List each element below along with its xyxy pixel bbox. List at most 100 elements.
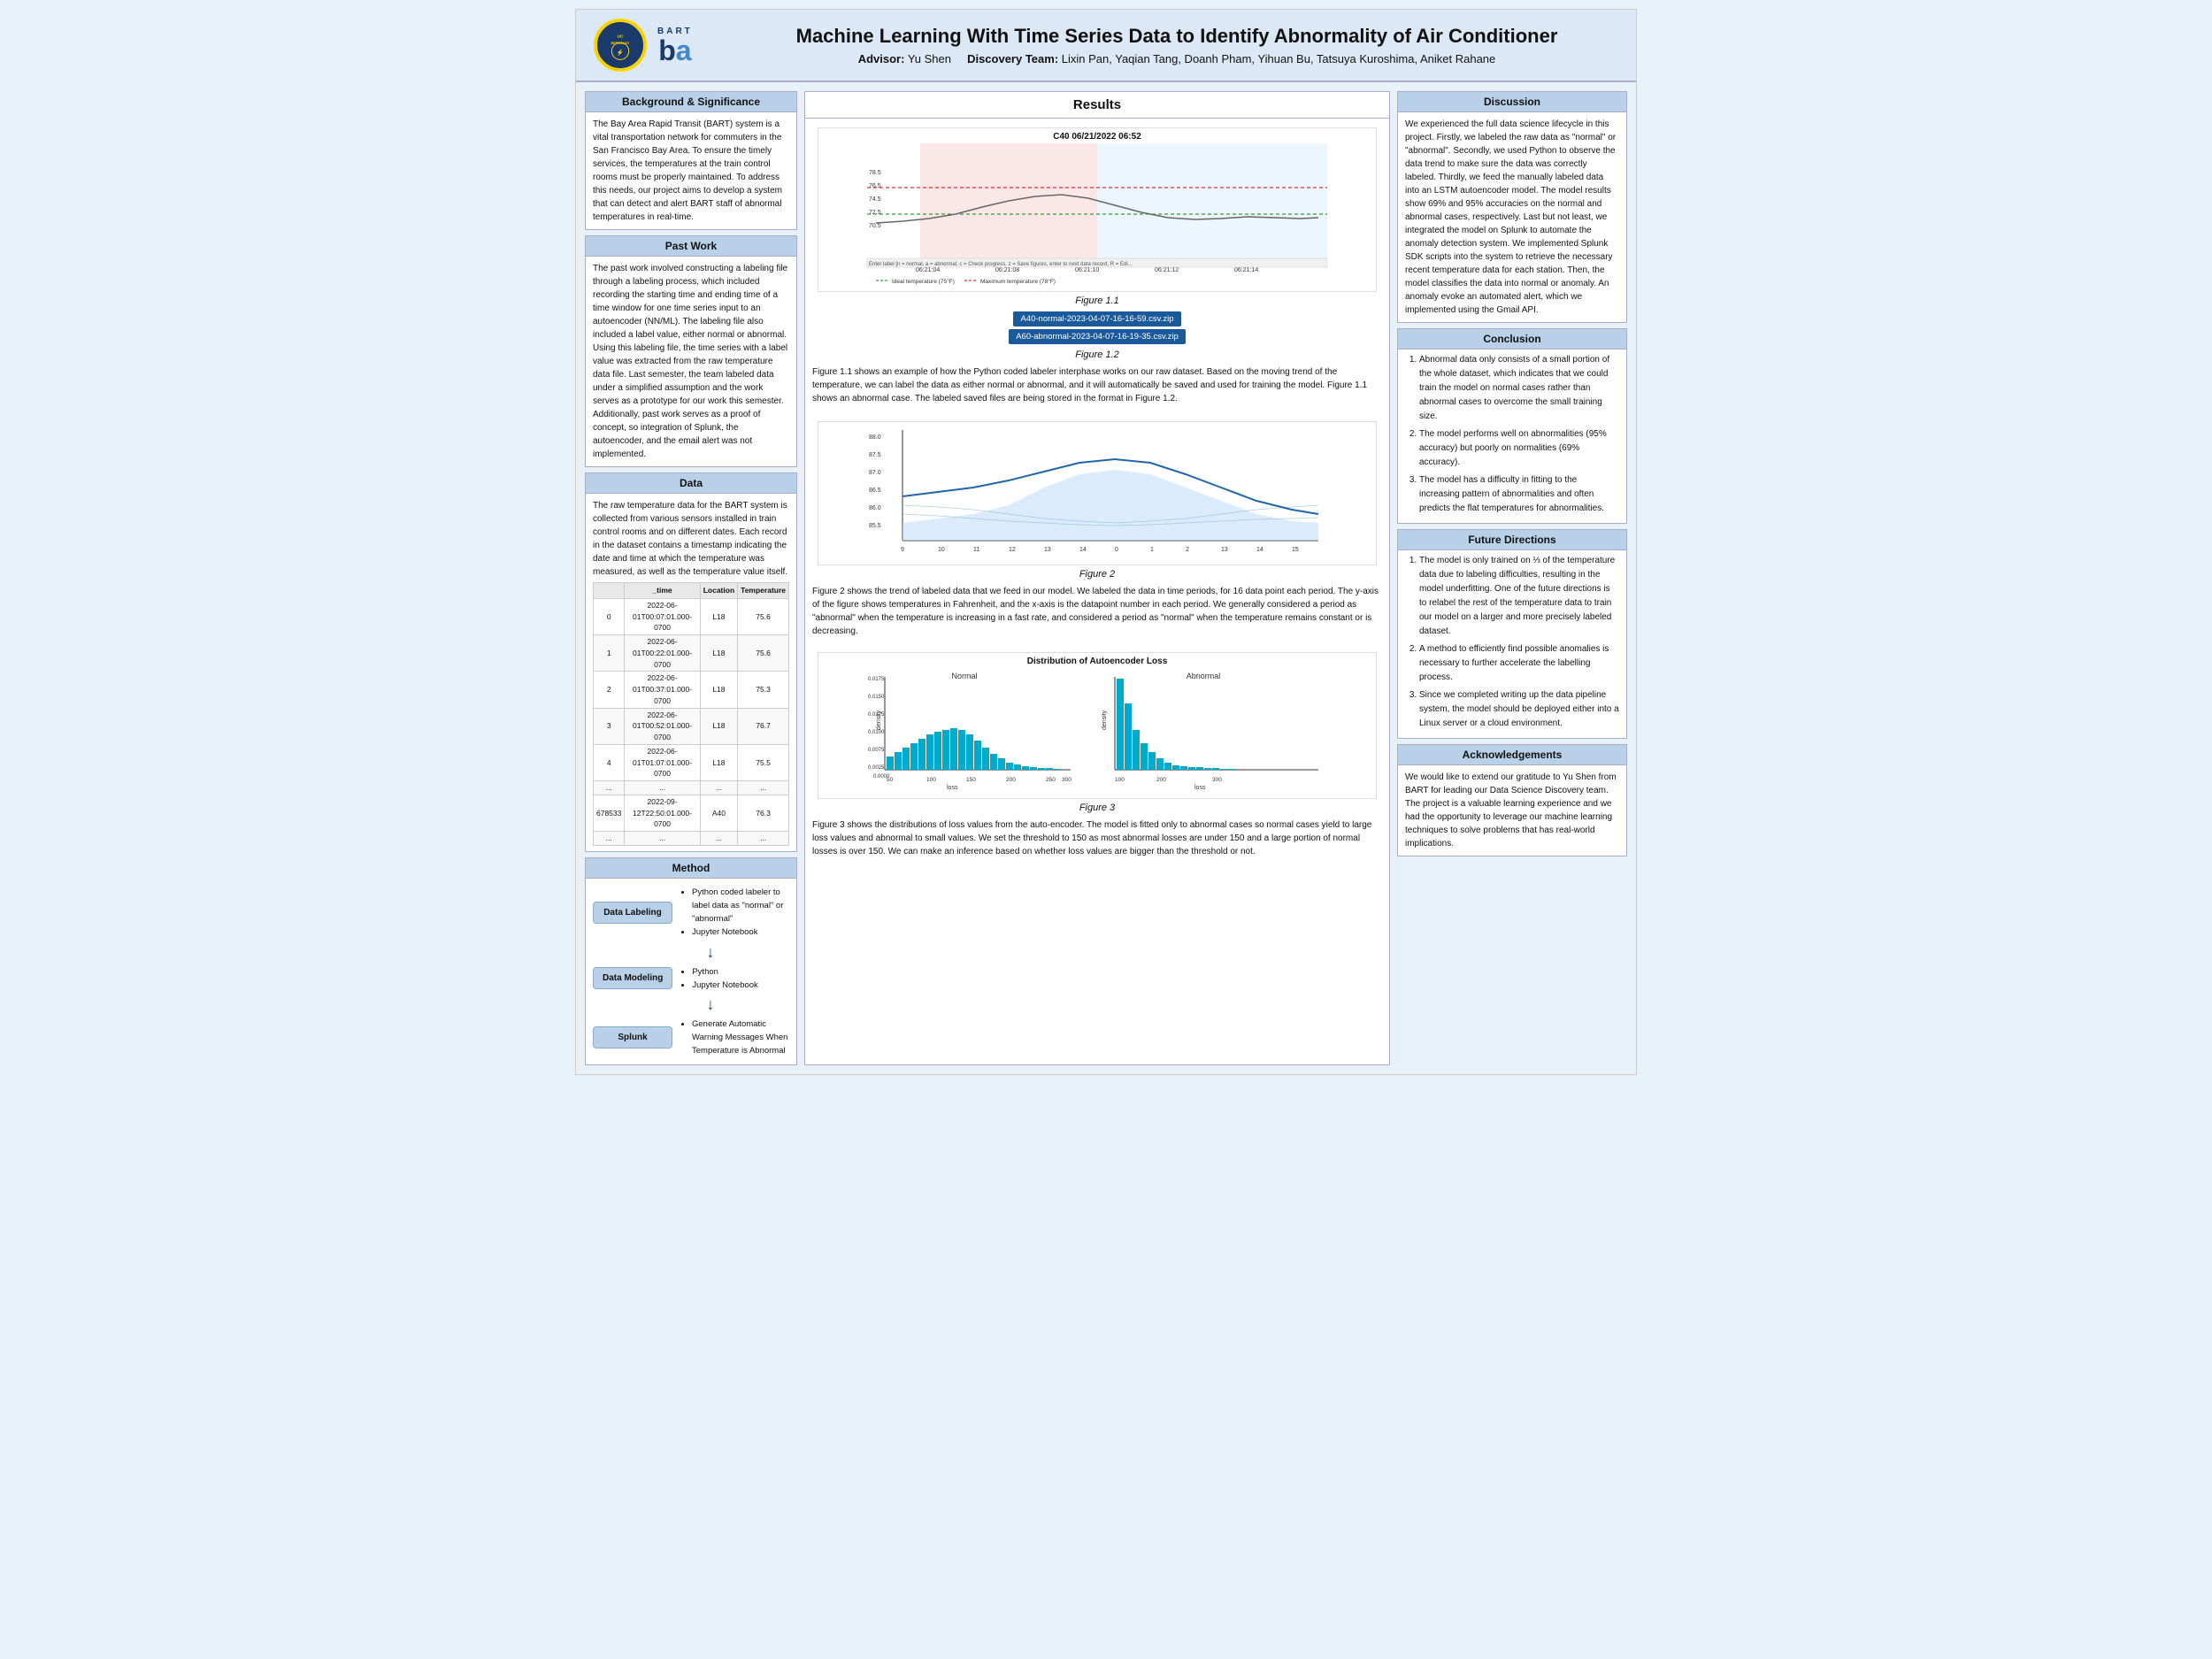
svg-text:0: 0 <box>1115 547 1118 553</box>
conclusion-item: The model performs well on abnormalities… <box>1419 427 1619 470</box>
table-cell: 2022-06-01T00:37:01.000-0700 <box>625 672 700 708</box>
svg-text:87.0: 87.0 <box>869 470 881 476</box>
fig1-desc: Figure 1.1 shows an example of how the P… <box>812 365 1382 405</box>
background-title: Background & Significance <box>586 92 796 112</box>
svg-text:12: 12 <box>1009 547 1016 553</box>
conclusion-item: The model has a difficulty in fitting to… <box>1419 473 1619 516</box>
discussion-title: Discussion <box>1398 92 1626 112</box>
data-content: The raw temperature data for the BART sy… <box>586 494 796 851</box>
method-title: Method <box>586 858 796 879</box>
csv-link-1[interactable]: A40-normal-2023-04-07-16-16-59.csv.zip <box>1013 311 1180 326</box>
svg-text:Maximum temperature (78°F): Maximum temperature (78°F) <box>980 278 1056 285</box>
svg-text:13: 13 <box>1044 547 1051 553</box>
svg-text:78.5: 78.5 <box>869 170 881 176</box>
advisor-label: Advisor: <box>858 52 905 65</box>
table-cell: ... <box>594 832 625 846</box>
svg-text:85.5: 85.5 <box>869 523 881 529</box>
bart-logo: BART ba <box>657 27 693 65</box>
csv-links: A40-normal-2023-04-07-16-16-59.csv.zip A… <box>812 311 1382 344</box>
team-label: Discovery Team: <box>967 52 1058 65</box>
table-cell: L18 <box>700 672 737 708</box>
future-item: A method to efficiently find possible an… <box>1419 642 1619 685</box>
svg-text:0.0150: 0.0150 <box>868 695 885 700</box>
middle-column: Results C40 06/21/2022 06:52 <box>804 91 1390 1065</box>
svg-text:14: 14 <box>1079 547 1087 553</box>
method-step-label: Data Modeling <box>593 967 672 989</box>
svg-text:Enter label [n = normal, a = a: Enter label [n = normal, a = abnormal, c… <box>869 262 1133 267</box>
svg-text:300: 300 <box>1212 777 1222 783</box>
svg-text:88.0: 88.0 <box>869 434 881 441</box>
table-cell: 3 <box>594 708 625 744</box>
data-text: The raw temperature data for the BART sy… <box>593 501 787 577</box>
svg-text:0.0075: 0.0075 <box>868 748 885 753</box>
past-work-content: The past work involved constructing a la… <box>586 257 796 466</box>
svg-text:70.5: 70.5 <box>869 223 881 229</box>
table-cell: 2022-06-01T01:07:01.000-0700 <box>625 744 700 780</box>
method-bullet-item: Python coded labeler to label data as "n… <box>692 886 789 926</box>
ack-title: Acknowledgements <box>1398 745 1626 765</box>
method-box: Data LabelingPython coded labeler to lab… <box>586 879 796 1065</box>
poster: UC BERKELEY ⚡ BART ba Machine Learning W… <box>575 9 1637 1075</box>
svg-text:UC: UC <box>618 34 624 39</box>
col-header-location: Location <box>700 583 737 599</box>
svg-text:density: density <box>1102 710 1108 730</box>
svg-text:200: 200 <box>1156 777 1166 783</box>
method-step: SplunkGenerate Automatic Warning Message… <box>593 1018 789 1058</box>
future-title: Future Directions <box>1398 530 1626 550</box>
method-bullet-item: Python <box>692 965 757 979</box>
fig2-chart: 88.0 87.5 87.0 86.5 86.0 85.5 <box>818 421 1377 565</box>
svg-text:06:21:14: 06:21:14 <box>1234 267 1258 273</box>
svg-text:loss: loss <box>1194 785 1206 791</box>
fig1-chart: C40 06/21/2022 06:52 <box>818 127 1377 292</box>
fig3-desc: Figure 3 shows the distributions of loss… <box>812 818 1382 858</box>
table-cell: ... <box>625 832 700 846</box>
table-cell: L18 <box>700 708 737 744</box>
table-cell: 2022-06-01T00:52:01.000-0700 <box>625 708 700 744</box>
csv-link-2[interactable]: A60-abnormal-2023-04-07-16-19-35.csv.zip <box>1009 329 1186 344</box>
past-work-title: Past Work <box>586 236 796 257</box>
svg-text:100: 100 <box>1115 777 1125 783</box>
main-title: Machine Learning With Time Series Data t… <box>735 25 1618 48</box>
method-arrow: ↓ <box>593 995 789 1014</box>
method-section: Method Data LabelingPython coded labeler… <box>585 857 797 1066</box>
table-cell: 4 <box>594 744 625 780</box>
svg-text:74.5: 74.5 <box>869 196 881 203</box>
table-cell: 75.3 <box>738 672 789 708</box>
table-cell: 75.6 <box>738 635 789 672</box>
table-cell: 2022-06-01T00:07:01.000-0700 <box>625 598 700 634</box>
table-cell: L18 <box>700 744 737 780</box>
fig1-title: C40 06/21/2022 06:52 <box>822 132 1372 142</box>
team-members: Lixin Pan, Yaqian Tang, Doanh Pham, Yihu… <box>1062 52 1495 65</box>
past-work-section: Past Work The past work involved constru… <box>585 235 797 467</box>
fig3-caption: Figure 3 <box>812 803 1382 813</box>
table-cell: 76.7 <box>738 708 789 744</box>
method-arrow: ↓ <box>593 943 789 962</box>
table-cell: 678533 <box>594 795 625 831</box>
subtitle: Advisor: Yu Shen Discovery Team: Lixin P… <box>735 52 1618 65</box>
table-row: 42022-06-01T01:07:01.000-0700L1875.5 <box>594 744 789 780</box>
background-section: Background & Significance The Bay Area R… <box>585 91 797 230</box>
ack-section: Acknowledgements We would like to extend… <box>1397 744 1627 856</box>
svg-text:0.0175: 0.0175 <box>868 677 885 682</box>
future-list: The model is only trained on ⅓ of the te… <box>1398 550 1626 738</box>
table-cell: 2022-06-01T00:22:01.000-0700 <box>625 635 700 672</box>
table-cell: ... <box>700 832 737 846</box>
svg-text:10: 10 <box>938 547 945 553</box>
table-cell: L18 <box>700 598 737 634</box>
fig2-caption: Figure 2 <box>812 569 1382 580</box>
conclusion-list: Abnormal data only consists of a small p… <box>1398 349 1626 523</box>
table-cell: 0 <box>594 598 625 634</box>
svg-text:250: 250 <box>1046 777 1056 783</box>
svg-text:87.5: 87.5 <box>869 452 881 458</box>
table-cell: ... <box>625 781 700 795</box>
data-title: Data <box>586 473 796 494</box>
logos: UC BERKELEY ⚡ BART ba <box>594 19 735 72</box>
method-step-label: Splunk <box>593 1026 672 1048</box>
data-table: _time Location Temperature 02022-06-01T0… <box>593 582 789 846</box>
svg-text:06:21:08: 06:21:08 <box>995 267 1019 273</box>
fig2-desc: Figure 2 shows the trend of labeled data… <box>812 585 1382 638</box>
svg-text:86.5: 86.5 <box>869 488 881 494</box>
table-row: 32022-06-01T00:52:01.000-0700L1876.7 <box>594 708 789 744</box>
fig3-svg: Normal 0.0175 0.0150 0.0125 0.0100 0.007… <box>822 668 1372 792</box>
svg-text:⚡: ⚡ <box>617 49 624 57</box>
